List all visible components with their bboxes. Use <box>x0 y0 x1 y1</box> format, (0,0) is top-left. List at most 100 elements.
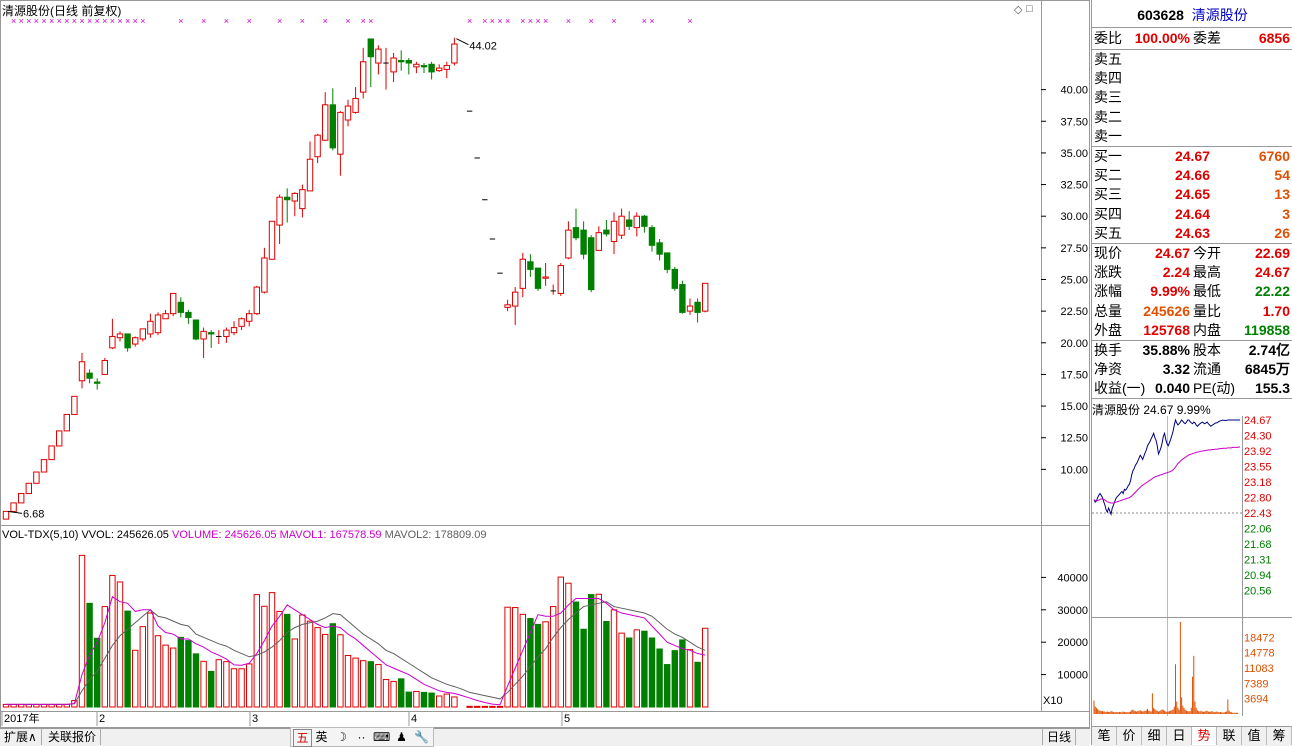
right-tab-7[interactable]: 筹 <box>1267 727 1292 745</box>
buy-row[interactable]: 买三 24.65 13 <box>1092 185 1292 204</box>
moon-icon[interactable]: ☽ <box>333 729 350 745</box>
candle-body <box>671 268 678 289</box>
sell-row[interactable]: 卖五 <box>1092 50 1292 69</box>
intraday-chart[interactable]: 24.67 24.30 23.92 23.55 23.18 22.80 22.43 22.06… <box>1092 416 1292 726</box>
ime-toolbar[interactable]: 五英 ☽ ·· ⌨ ♟ 🔧 <box>290 727 434 747</box>
right-tab-0[interactable]: 笔 <box>1092 727 1117 745</box>
sell-label: 卖一 <box>1094 127 1122 144</box>
expand-tab[interactable]: 扩展∧ <box>0 729 42 745</box>
candle-body <box>618 215 625 236</box>
buy-row[interactable]: 买二 24.66 54 <box>1092 166 1292 185</box>
english-icon[interactable]: 英 <box>313 729 330 745</box>
diamond-icon[interactable]: ◇ <box>1014 3 1022 16</box>
candle-body <box>139 328 147 340</box>
candle <box>124 333 131 352</box>
signal-marker: × <box>323 16 328 26</box>
candle-body <box>420 65 428 68</box>
right-tab-6[interactable]: 值 <box>1242 727 1267 745</box>
keyboard-icon[interactable]: ⌨ <box>373 729 390 745</box>
fundamental-label: 股本 <box>1193 342 1221 358</box>
stock-name: 清源股份 <box>1191 7 1248 23</box>
signal-marker: × <box>300 16 305 26</box>
candle <box>679 280 686 314</box>
user-icon[interactable]: ♟ <box>393 729 410 745</box>
candle-body <box>2 510 10 520</box>
buy-row[interactable]: 买一 24.67 6760 <box>1092 147 1292 166</box>
intraday-title-text: 清源股份 24.67 9.99% <box>1092 403 1211 417</box>
candle-body <box>25 482 33 495</box>
signal-marker: × <box>345 16 350 26</box>
sell-row[interactable]: 卖四 <box>1092 69 1292 88</box>
candle-body <box>253 286 261 315</box>
buy-row[interactable]: 买四 24.64 3 <box>1092 205 1292 224</box>
volume-bar <box>132 649 139 708</box>
candle <box>648 225 656 252</box>
volume-bar <box>208 670 215 708</box>
sell-row[interactable]: 卖二 <box>1092 108 1292 127</box>
candle-body <box>557 265 564 294</box>
volume-bar <box>664 664 671 708</box>
intraday-volume-label: 7389 <box>1244 678 1268 690</box>
sell-row[interactable]: 卖三 <box>1092 88 1292 107</box>
square-icon[interactable]: □ <box>1026 3 1033 15</box>
buy-row[interactable]: 买五 24.63 26 <box>1092 224 1292 243</box>
volume-bar <box>306 620 314 708</box>
fundamental-value: 155.3 <box>1254 380 1290 397</box>
volume-bar <box>223 661 230 708</box>
stat-label: 涨幅 <box>1094 283 1122 300</box>
stat-label: 现价 <box>1094 245 1122 261</box>
stat-row: 涨跌 2.24 最高 24.67 <box>1092 263 1292 282</box>
candle-body <box>261 257 268 293</box>
volume-legend-item: VOLUME: 245626.05 <box>172 529 280 541</box>
price-tick-label: 40.00 <box>1060 85 1088 97</box>
kline-chart-area[interactable]: 10.00 12.50 15.00 17.50 20.00 22.50 25.00 27.50… <box>0 0 1090 728</box>
dots-icon[interactable]: ·· <box>353 729 370 745</box>
right-tab-4[interactable]: 势 <box>1192 727 1217 745</box>
price-tick-label: 10.00 <box>1060 464 1088 476</box>
volume-bar <box>679 639 686 708</box>
volume-bar <box>291 638 299 708</box>
candle <box>550 284 556 295</box>
candle <box>291 192 299 217</box>
volume-bar <box>641 630 648 708</box>
candle <box>534 267 542 291</box>
right-tab-5[interactable]: 联 <box>1217 727 1242 745</box>
wrench-icon[interactable]: 🔧 <box>413 729 430 745</box>
candle <box>177 297 185 318</box>
wubi-icon[interactable]: 五 <box>293 729 312 747</box>
volume-bar <box>170 647 177 708</box>
volume-bar <box>580 628 587 708</box>
volume-bar <box>496 705 504 708</box>
period-tab[interactable]: 日线 <box>1042 729 1077 745</box>
signal-marker: × <box>368 16 373 26</box>
weibi-label: 委比 <box>1094 30 1122 46</box>
candle-body <box>63 413 70 432</box>
related-quote-tab[interactable]: 关联报价 <box>44 729 102 745</box>
candle <box>398 50 405 71</box>
candle-body <box>664 252 671 270</box>
volume-bar <box>185 640 192 708</box>
candle-body <box>124 333 131 349</box>
candle-body <box>344 105 352 121</box>
candle-body <box>200 330 207 340</box>
right-tab-3[interactable]: 日 <box>1167 727 1192 745</box>
signal-marker: × <box>520 16 525 26</box>
fundamental-label: 净资 <box>1094 361 1122 378</box>
candle-body <box>208 332 215 335</box>
signal-marker: × <box>490 16 495 26</box>
volume-bar <box>177 636 185 708</box>
stat-value: 2.24 <box>1162 264 1190 281</box>
volume-bar <box>276 610 283 708</box>
stat-row: 现价 24.67 今开 22.69 <box>1092 244 1292 263</box>
right-tab-2[interactable]: 细 <box>1142 727 1167 745</box>
candle <box>664 252 671 274</box>
candle <box>588 235 595 293</box>
volume-bar <box>413 690 420 708</box>
candle <box>284 188 291 223</box>
right-tab-1[interactable]: 价 <box>1117 727 1142 745</box>
signal-marker: × <box>642 16 647 26</box>
candle-body <box>223 329 230 337</box>
candle <box>542 263 549 286</box>
sell-row[interactable]: 卖一 <box>1092 127 1292 146</box>
signal-marker: × <box>649 16 654 26</box>
